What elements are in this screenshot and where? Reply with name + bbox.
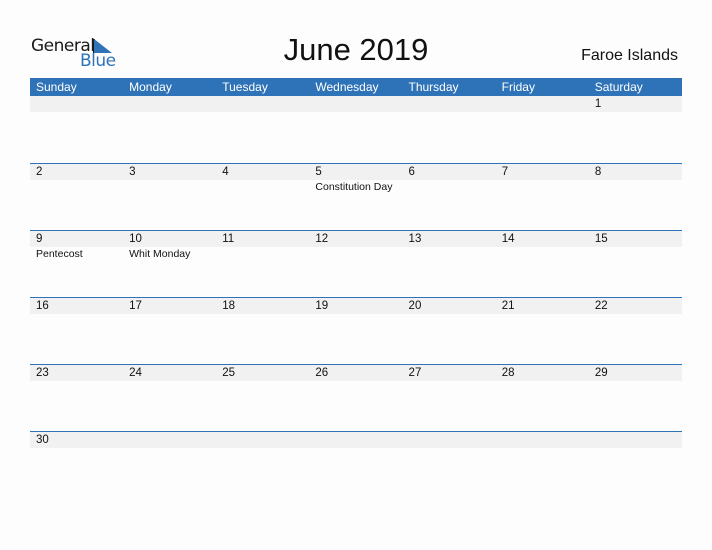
weekday-friday: Friday [501, 80, 535, 94]
day-cell: 25 [216, 365, 309, 425]
day-number: 21 [501, 300, 515, 312]
country-label: Faroe Islands [581, 47, 678, 64]
holiday-label: Pentecost [36, 248, 83, 260]
week-row: 2 3 4 5 Constitution Day 6 7 8 [30, 163, 682, 231]
weekday-header: Sunday Monday Tuesday Wednesday Thursday… [30, 78, 682, 96]
day-cell [496, 96, 589, 156]
day-cell [309, 432, 402, 492]
day-cell: 27 [403, 365, 496, 425]
day-cell: 3 [123, 164, 216, 224]
day-number: 20 [408, 300, 422, 312]
day-cell: 23 [30, 365, 123, 425]
day-number: 27 [408, 367, 422, 379]
day-cell [403, 96, 496, 156]
day-cell [589, 432, 682, 492]
day-cell: 13 [403, 231, 496, 291]
day-number: 19 [315, 300, 329, 312]
weekday-wednesday: Wednesday [315, 80, 379, 94]
day-cell [30, 96, 123, 156]
day-cell: 9 Pentecost [30, 231, 123, 291]
day-cell: 19 [309, 298, 402, 358]
week-row: 16 17 18 19 20 21 22 [30, 297, 682, 365]
day-number: 12 [315, 233, 329, 245]
day-number: 29 [594, 367, 608, 379]
holiday-label: Constitution Day [315, 181, 393, 193]
day-number: 9 [36, 233, 43, 245]
day-cell: 24 [123, 365, 216, 425]
day-cell: 1 [589, 96, 682, 156]
day-cell: 30 [30, 432, 123, 492]
day-number: 8 [594, 166, 602, 178]
day-cell: 11 [216, 231, 309, 291]
day-number: 28 [501, 367, 515, 379]
day-number: 26 [315, 367, 329, 379]
day-number: 25 [222, 367, 236, 379]
weekday-sunday: Sunday [36, 80, 77, 94]
day-cell: 7 [496, 164, 589, 224]
weekday-tuesday: Tuesday [222, 80, 268, 94]
day-cell: 15 [589, 231, 682, 291]
day-cell: 18 [216, 298, 309, 358]
day-cell: 12 [309, 231, 402, 291]
day-cell: 14 [496, 231, 589, 291]
day-number: 18 [222, 300, 236, 312]
day-cell: 20 [403, 298, 496, 358]
day-number: 1 [594, 98, 602, 110]
day-cell: 2 [30, 164, 123, 224]
week-row: 23 24 25 26 27 28 29 [30, 364, 682, 432]
day-cell [309, 96, 402, 156]
day-number: 11 [222, 233, 235, 245]
day-cell: 21 [496, 298, 589, 358]
week-row: 1 [30, 96, 682, 163]
day-cell [216, 96, 309, 156]
day-cell [496, 432, 589, 492]
week-row: 9 Pentecost 10 Whit Monday 11 12 13 14 15 [30, 230, 682, 298]
day-number: 7 [501, 166, 509, 178]
day-number: 13 [408, 233, 422, 245]
day-number: 14 [501, 233, 515, 245]
day-number: 2 [36, 166, 43, 178]
day-number: 23 [36, 367, 49, 379]
day-cell: 6 [403, 164, 496, 224]
day-cell: 26 [309, 365, 402, 425]
weekday-saturday: Saturday [594, 80, 643, 94]
weekday-monday: Monday [129, 80, 172, 94]
day-cell: 5 Constitution Day [309, 164, 402, 224]
day-cell: 22 [589, 298, 682, 358]
day-number: 15 [594, 233, 608, 245]
holiday-label: Whit Monday [129, 248, 191, 260]
day-number: 30 [36, 434, 49, 446]
day-cell [216, 432, 309, 492]
day-cell [123, 96, 216, 156]
day-number: 24 [129, 367, 142, 379]
day-number: 3 [129, 166, 136, 178]
day-number: 17 [129, 300, 142, 312]
weekday-thursday: Thursday [408, 80, 459, 94]
day-number: 6 [408, 166, 415, 178]
day-number: 22 [594, 300, 608, 312]
day-cell: 10 Whit Monday [123, 231, 216, 291]
day-number: 16 [36, 300, 49, 312]
day-number: 4 [222, 166, 229, 178]
week-row: 30 [30, 431, 682, 499]
day-cell [123, 432, 216, 492]
day-cell [403, 432, 496, 492]
day-number: 10 [129, 233, 142, 245]
day-cell: 16 [30, 298, 123, 358]
day-cell: 29 [589, 365, 682, 425]
day-cell: 8 [589, 164, 682, 224]
day-cell: 4 [216, 164, 309, 224]
day-cell: 17 [123, 298, 216, 358]
day-cell: 28 [496, 365, 589, 425]
day-number: 5 [315, 166, 322, 178]
